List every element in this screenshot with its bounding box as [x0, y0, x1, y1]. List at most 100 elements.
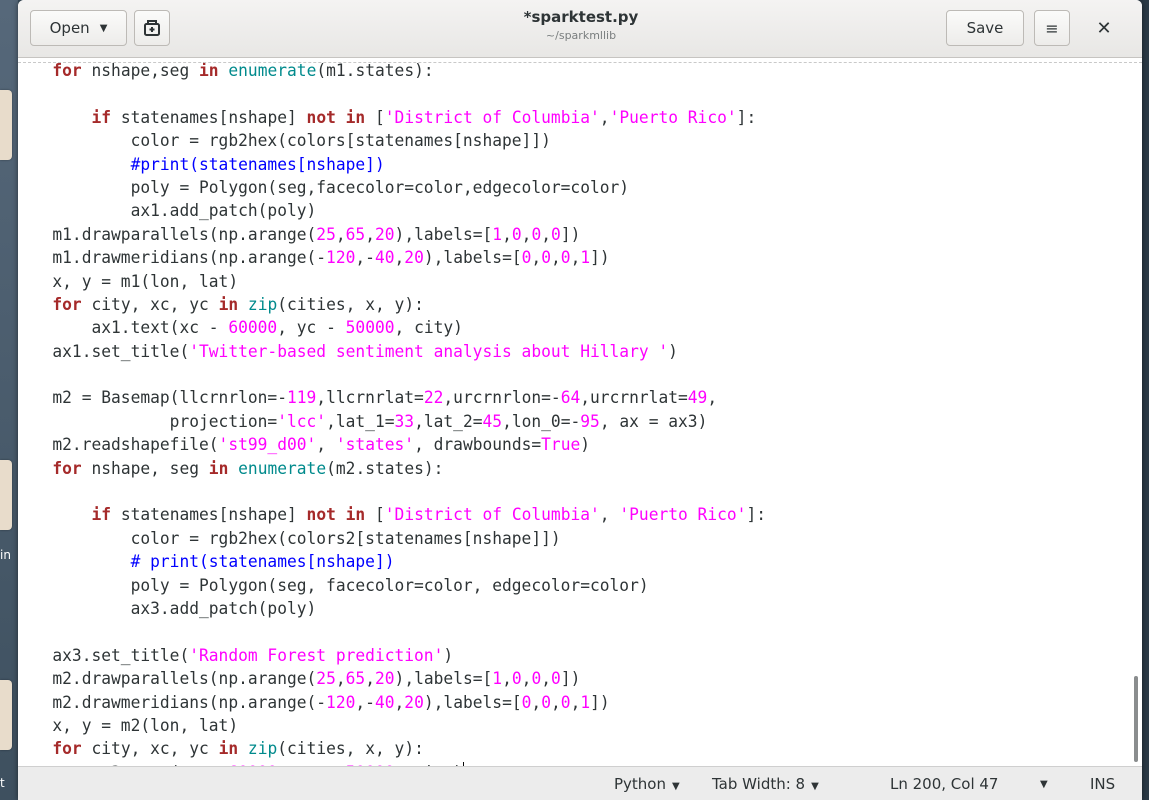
code-line[interactable]: #print(statenames[nshape])	[18, 154, 1091, 177]
code-token: ,urcrnrlat=	[580, 388, 688, 409]
code-token: 40	[374, 248, 395, 269]
code-token: ,-	[355, 692, 375, 713]
code-token: if	[91, 107, 112, 128]
code-token: if	[91, 505, 112, 526]
code-editor[interactable]: for nshape,seg in enumerate(m1.states): …	[18, 58, 1142, 766]
code-token: ,	[541, 224, 552, 245]
code-token: ,lat_1=	[326, 411, 395, 432]
code-token: 33	[394, 411, 415, 432]
code-token: 1	[580, 248, 591, 269]
new-tab-button[interactable]	[134, 10, 170, 46]
save-button[interactable]: Save	[946, 10, 1024, 46]
code-token: ]:	[746, 505, 767, 526]
desktop-tile	[0, 680, 12, 750]
chevron-down-icon: ▼	[99, 22, 108, 34]
code-token: ,	[570, 248, 581, 269]
code-line[interactable]: ax1.text(xc - 60000, yc - 50000, city)	[18, 317, 1091, 340]
tab-width-selector[interactable]: Tab Width: 8 ▼	[712, 775, 819, 793]
code-line[interactable]: projection='lcc',lat_1=33,lat_2=45,lon_0…	[18, 411, 1091, 434]
code-token: 49	[687, 388, 708, 409]
code-token: m2.readshapefile(	[52, 435, 219, 456]
code-token: 'District of Columbia'	[384, 107, 600, 128]
close-icon: ✕	[1096, 17, 1112, 39]
document-path: ~/sparkmllib	[545, 29, 617, 42]
code-line[interactable]: # print(statenames[nshape])	[18, 551, 1091, 574]
desktop-tile	[0, 460, 12, 530]
code-line[interactable]: m1.drawparallels(np.arange(25,65,20),lab…	[18, 224, 1091, 247]
code-token: ,	[394, 692, 405, 713]
code-line[interactable]: x, y = m1(lon, lat)	[18, 271, 1091, 294]
code-line[interactable]: m2.readshapefile('st99_d00', 'states', d…	[18, 434, 1091, 457]
code-token: True	[541, 435, 581, 456]
code-token: ax3.set_title(	[52, 645, 190, 666]
code-line[interactable]	[18, 364, 1091, 387]
title-block: *sparktest.py ~/sparkmllib	[418, 8, 744, 42]
code-line[interactable]: m1.drawmeridians(np.arange(-120,-40,20),…	[18, 247, 1091, 270]
language-selector[interactable]: Python ▼	[614, 775, 680, 793]
code-line[interactable]: m2 = Basemap(llcrnrlon=-119,llcrnrlat=22…	[18, 387, 1091, 410]
close-button[interactable]: ✕	[1084, 10, 1124, 46]
vertical-scrollbar[interactable]	[1134, 676, 1138, 762]
code-token: 119	[286, 388, 317, 409]
scroll-edge-line	[18, 62, 1142, 63]
code-token: m1.drawparallels(np.arange(	[52, 224, 317, 245]
code-line[interactable]: color = rgb2hex(colors2[statenames[nshap…	[18, 528, 1091, 551]
code-token: 0	[531, 224, 542, 245]
code-token: ,-	[355, 248, 375, 269]
code-token: 65	[345, 669, 366, 690]
code-line[interactable]: color = rgb2hex(colors[statenames[nshape…	[18, 130, 1091, 153]
code-token: ,	[550, 248, 561, 269]
open-button-label: Open	[49, 19, 90, 37]
code-token: for	[52, 739, 82, 760]
code-line[interactable]: poly = Polygon(seg,facecolor=color,edgec…	[18, 177, 1091, 200]
code-token: zip	[247, 294, 278, 315]
desktop-label: t	[0, 776, 5, 790]
code-line[interactable]	[18, 621, 1091, 644]
code-token: ),labels=[	[423, 248, 522, 269]
code-token: ,	[502, 224, 512, 245]
code-token: ax1.text(xc -	[52, 318, 229, 339]
code-line[interactable]: for city, xc, yc in zip(cities, x, y):	[18, 294, 1091, 317]
chevron-down-icon[interactable]: ▼	[1040, 779, 1048, 790]
menu-button[interactable]: ≡	[1034, 10, 1070, 46]
code-line[interactable]: for city, xc, yc in zip(cities, x, y):	[18, 738, 1091, 761]
code-line[interactable]: ax1.set_title('Twitter-based sentiment a…	[18, 341, 1091, 364]
insert-mode-indicator[interactable]: INS	[1090, 775, 1115, 793]
code-token: city, xc, yc	[81, 294, 219, 315]
code-line[interactable]: ax3.add_patch(poly)	[18, 598, 1091, 621]
code-line[interactable]	[18, 481, 1091, 504]
code-token: (m2.states):	[326, 458, 444, 479]
code-line[interactable]: if statenames[nshape] not in ['District …	[18, 504, 1091, 527]
code-line[interactable]: x, y = m2(lon, lat)	[18, 715, 1091, 738]
open-button[interactable]: Open ▼	[30, 10, 127, 46]
status-bar: Python ▼ Tab Width: 8 ▼ Ln 200, Col 47 ▼ I…	[18, 766, 1142, 800]
code-token: (cities, x, y):	[277, 294, 424, 315]
code-line[interactable]: m2.drawparallels(np.arange(25,65,20),lab…	[18, 668, 1091, 691]
code-token: ,urcrnrlon=-	[443, 388, 561, 409]
code-token: , drawbounds=	[414, 435, 542, 456]
code-token: x, y = m2(lon, lat)	[52, 715, 239, 736]
code-line[interactable]	[18, 83, 1091, 106]
code-line[interactable]: ax1.add_patch(poly)	[18, 200, 1091, 223]
code-token: ,	[502, 669, 512, 690]
code-token: 1	[492, 224, 503, 245]
code-line[interactable]: for nshape,seg in enumerate(m1.states):	[18, 60, 1091, 83]
code-line[interactable]: ax3.set_title('Random Forest prediction'…	[18, 645, 1091, 668]
language-label: Python	[614, 775, 666, 793]
code-token: ,	[365, 669, 375, 690]
chevron-down-icon: ▼	[811, 781, 819, 792]
code-token: 0	[560, 692, 571, 713]
code-token: )	[580, 435, 591, 456]
code-token: ,lon_0=-	[502, 411, 581, 432]
code-token: 45	[482, 411, 503, 432]
code-token: zip	[247, 739, 278, 760]
code-line[interactable]: for nshape, seg in enumerate(m2.states):	[18, 458, 1091, 481]
code-line[interactable]: poly = Polygon(seg, facecolor=color, edg…	[18, 575, 1091, 598]
code-line[interactable]: m2.drawmeridians(np.arange(-120,-40,20),…	[18, 692, 1091, 715]
code-line[interactable]: if statenames[nshape] not in ['District …	[18, 107, 1091, 130]
